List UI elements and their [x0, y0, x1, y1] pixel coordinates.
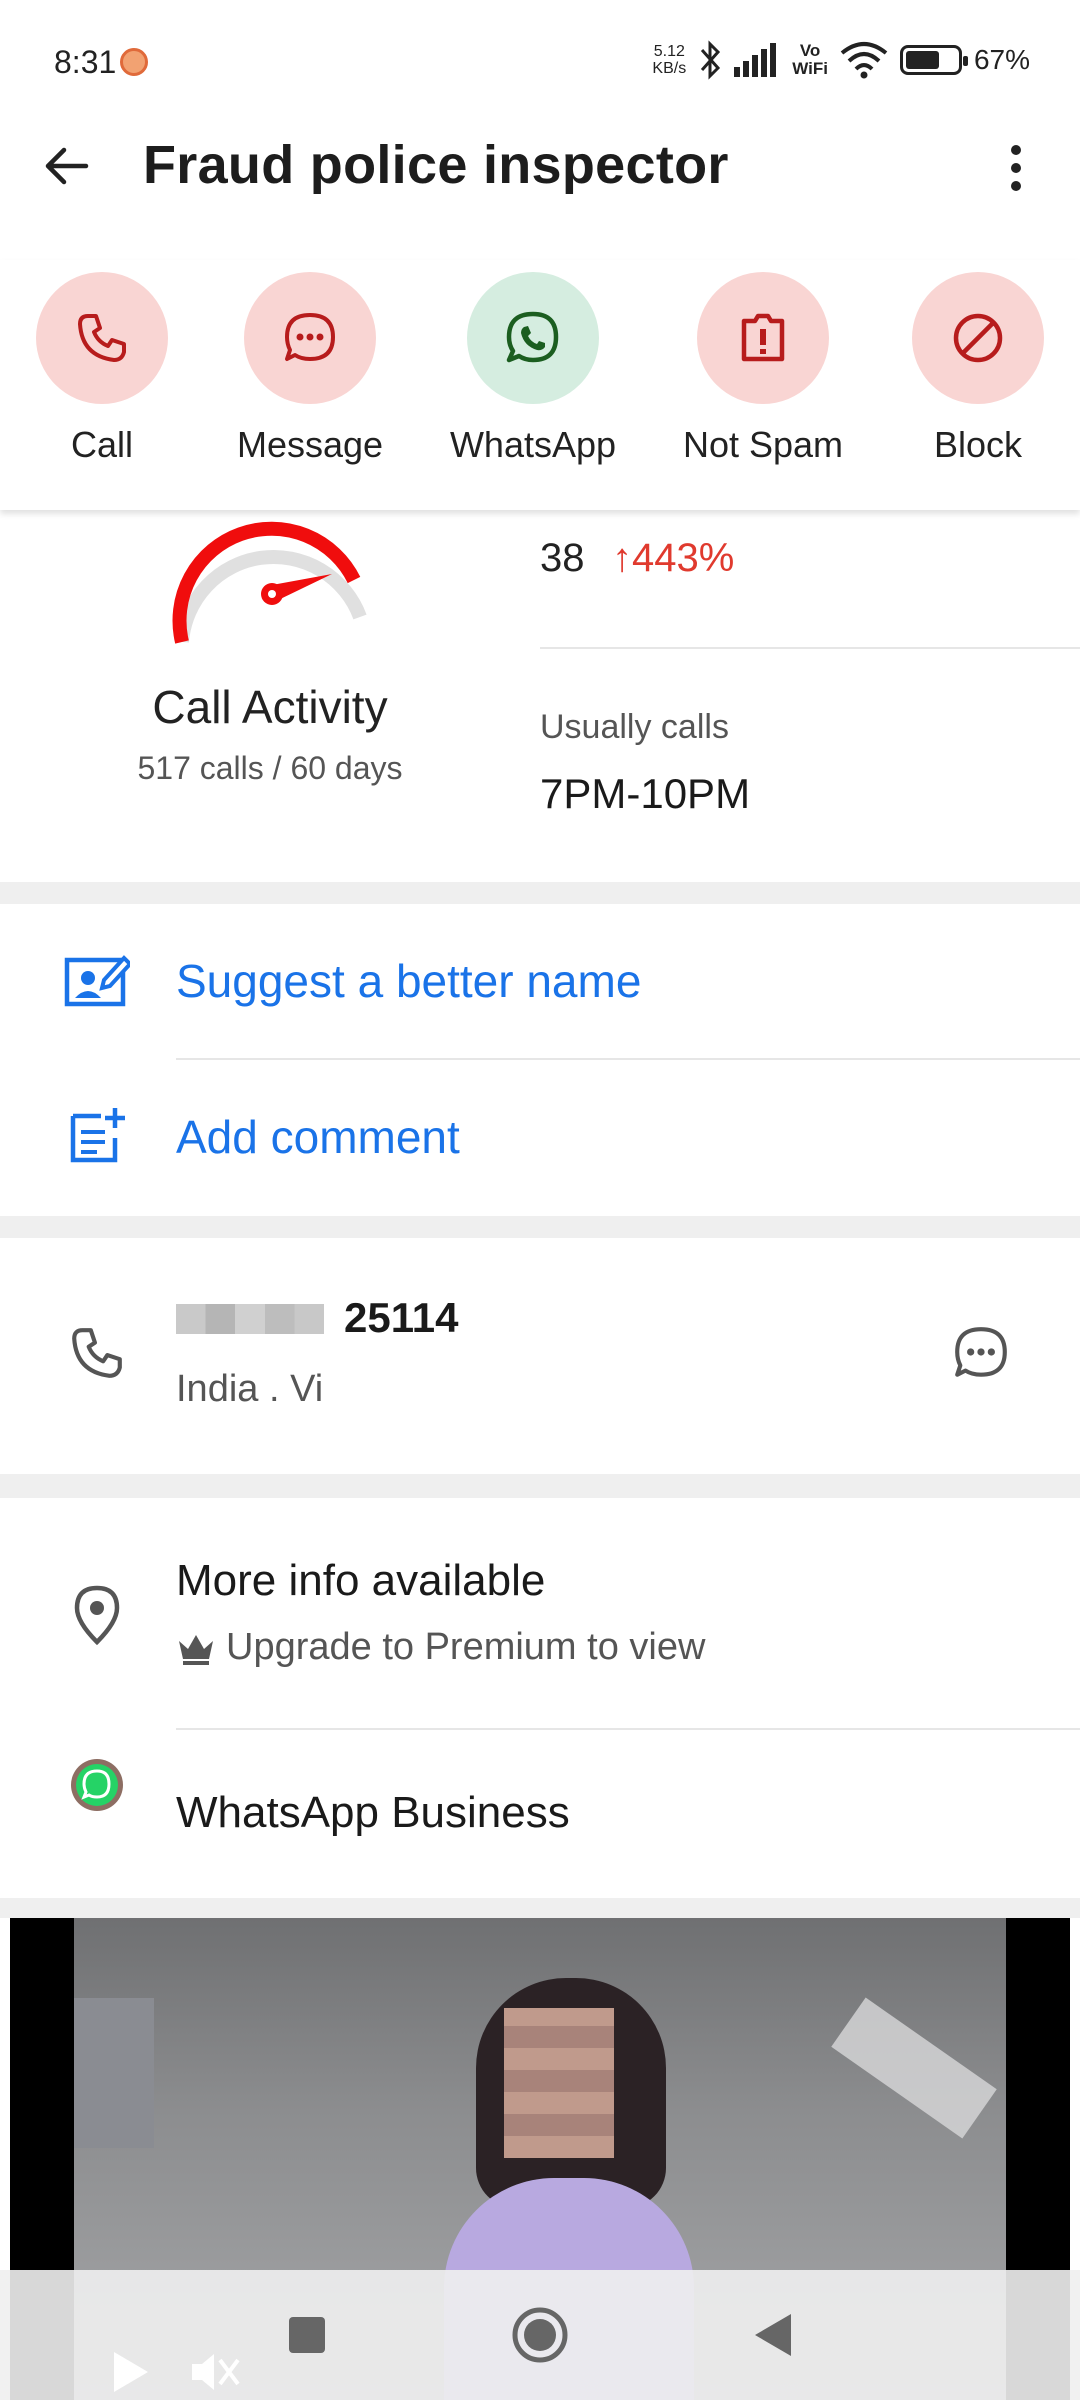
app-bar: Fraud police inspector — [0, 120, 1080, 220]
whatsapp-button[interactable]: WhatsApp — [443, 272, 623, 466]
square-icon — [289, 2317, 325, 2353]
vowifi-wifi: WiFi — [792, 59, 828, 78]
call-trend-change: ↑443% — [612, 536, 735, 580]
battery-level — [905, 51, 940, 69]
mute-button[interactable] — [190, 2350, 240, 2399]
not-spam-button[interactable]: Not Spam — [673, 272, 853, 466]
call-label: Call — [70, 424, 133, 465]
whatsapp-icon — [506, 311, 559, 363]
arrow-left-icon — [45, 147, 89, 185]
back-button[interactable] — [38, 138, 94, 194]
call-button[interactable]: Call — [12, 272, 192, 466]
stat-divider — [540, 647, 1080, 649]
message-label: Message — [236, 424, 384, 465]
block-icon — [953, 313, 1003, 363]
action-row: Call Message WhatsApp Not Spam Block — [0, 260, 1080, 510]
phone-number-card[interactable]: 25114 India . Vi — [0, 1238, 1080, 1474]
network-speed: 5.12 KB/s — [652, 43, 686, 77]
chat-bubble-icon — [955, 1327, 1007, 1377]
section-divider — [0, 1216, 1080, 1238]
home-button[interactable] — [505, 2300, 575, 2370]
block-label: Block — [933, 424, 1023, 465]
whatsapp-business-icon — [62, 1750, 132, 1820]
row-divider — [176, 1728, 1080, 1730]
vowifi-indicator: Vo WiFi — [792, 42, 828, 78]
usually-calls-value: 7PM-10PM — [540, 770, 751, 817]
message-button[interactable]: Message — [220, 272, 400, 466]
chat-bubble-icon — [285, 313, 335, 361]
whatsapp-button-circle — [467, 272, 599, 404]
usually-calls-label: Usually calls — [540, 708, 729, 746]
activity-gauge-icon — [172, 521, 367, 644]
status-bar: 8:31 5.12 KB/s Vo WiFi 67% — [0, 0, 1080, 130]
more-info-title: More info available — [176, 1556, 546, 1605]
not-spam-button-circle — [697, 272, 829, 404]
signal-icon — [734, 43, 777, 77]
play-button[interactable] — [110, 2350, 150, 2399]
play-icon — [114, 2352, 148, 2392]
video-background-skylight — [831, 1997, 997, 2139]
not-spam-label: Not Spam — [682, 424, 844, 465]
system-navigation-bar — [0, 2270, 1080, 2400]
activity-subtitle: 517 calls / 60 days — [137, 750, 403, 786]
more-options-button[interactable] — [992, 136, 1040, 200]
message-button-circle — [244, 272, 376, 404]
video-background-picture — [74, 1998, 154, 2148]
system-back-button[interactable] — [738, 2300, 808, 2370]
more-info-card: More info available Upgrade to Premium t… — [0, 1498, 1080, 1898]
block-button[interactable]: Block — [888, 272, 1068, 466]
upgrade-premium-link[interactable]: Upgrade to Premium to view — [176, 1626, 705, 1669]
recents-button[interactable] — [272, 2300, 342, 2370]
activity-title: Call Activity — [152, 681, 388, 733]
add-comment-icon — [62, 1100, 132, 1170]
phone-number-suffix: 25114 — [344, 1294, 459, 1341]
network-speed-value: 5.12 — [653, 43, 685, 60]
triangle-back-icon — [755, 2314, 791, 2356]
call-button-circle — [36, 272, 168, 404]
suggest-name-row[interactable]: Suggest a better name — [0, 904, 1080, 1054]
edit-contact-icon — [62, 944, 132, 1014]
phone-number-redacted — [176, 1304, 324, 1334]
phone-icon — [62, 1318, 132, 1388]
whatsapp-label: WhatsApp — [449, 424, 617, 465]
phone-carrier: India . Vi — [176, 1368, 324, 1410]
call-count-value: 38 — [540, 536, 585, 580]
bluetooth-icon — [701, 40, 721, 80]
upgrade-premium-text: Upgrade to Premium to view — [226, 1626, 706, 1668]
battery-icon — [899, 45, 968, 75]
feedback-card: Suggest a better name Add comment — [0, 904, 1080, 1216]
circle-home-icon — [512, 2307, 568, 2363]
add-comment-row[interactable]: Add comment — [0, 1060, 1080, 1210]
more-vertical-icon — [1011, 145, 1021, 191]
call-activity-section: Call Activity 517 calls / 60 days 38 ↑44… — [0, 512, 1080, 882]
location-pin-icon — [62, 1580, 132, 1650]
report-icon — [741, 313, 785, 362]
battery-percent: 67% — [973, 44, 1030, 75]
sms-button[interactable] — [946, 1318, 1016, 1388]
section-divider — [0, 1898, 1080, 1918]
crown-icon — [179, 1634, 213, 1665]
whatsapp-business-label: WhatsApp Business — [176, 1788, 570, 1837]
suggest-name-link[interactable]: Suggest a better name — [176, 954, 641, 1008]
notification-app-icon — [120, 48, 148, 76]
video-person-face-pixelated — [504, 2008, 614, 2158]
block-button-circle — [912, 272, 1044, 404]
vowifi-vo: Vo — [799, 41, 821, 60]
phone-icon — [78, 314, 126, 362]
status-indicators: 5.12 KB/s Vo WiFi 67% — [652, 38, 1030, 82]
section-divider — [0, 1474, 1080, 1498]
section-divider — [0, 882, 1080, 904]
add-comment-link[interactable]: Add comment — [176, 1110, 460, 1164]
network-speed-unit: KB/s — [652, 60, 687, 77]
volume-muted-icon — [192, 2354, 240, 2390]
status-time: 8:31 — [54, 44, 117, 80]
page-title: Fraud police inspector — [143, 135, 729, 195]
wifi-icon — [840, 42, 888, 79]
